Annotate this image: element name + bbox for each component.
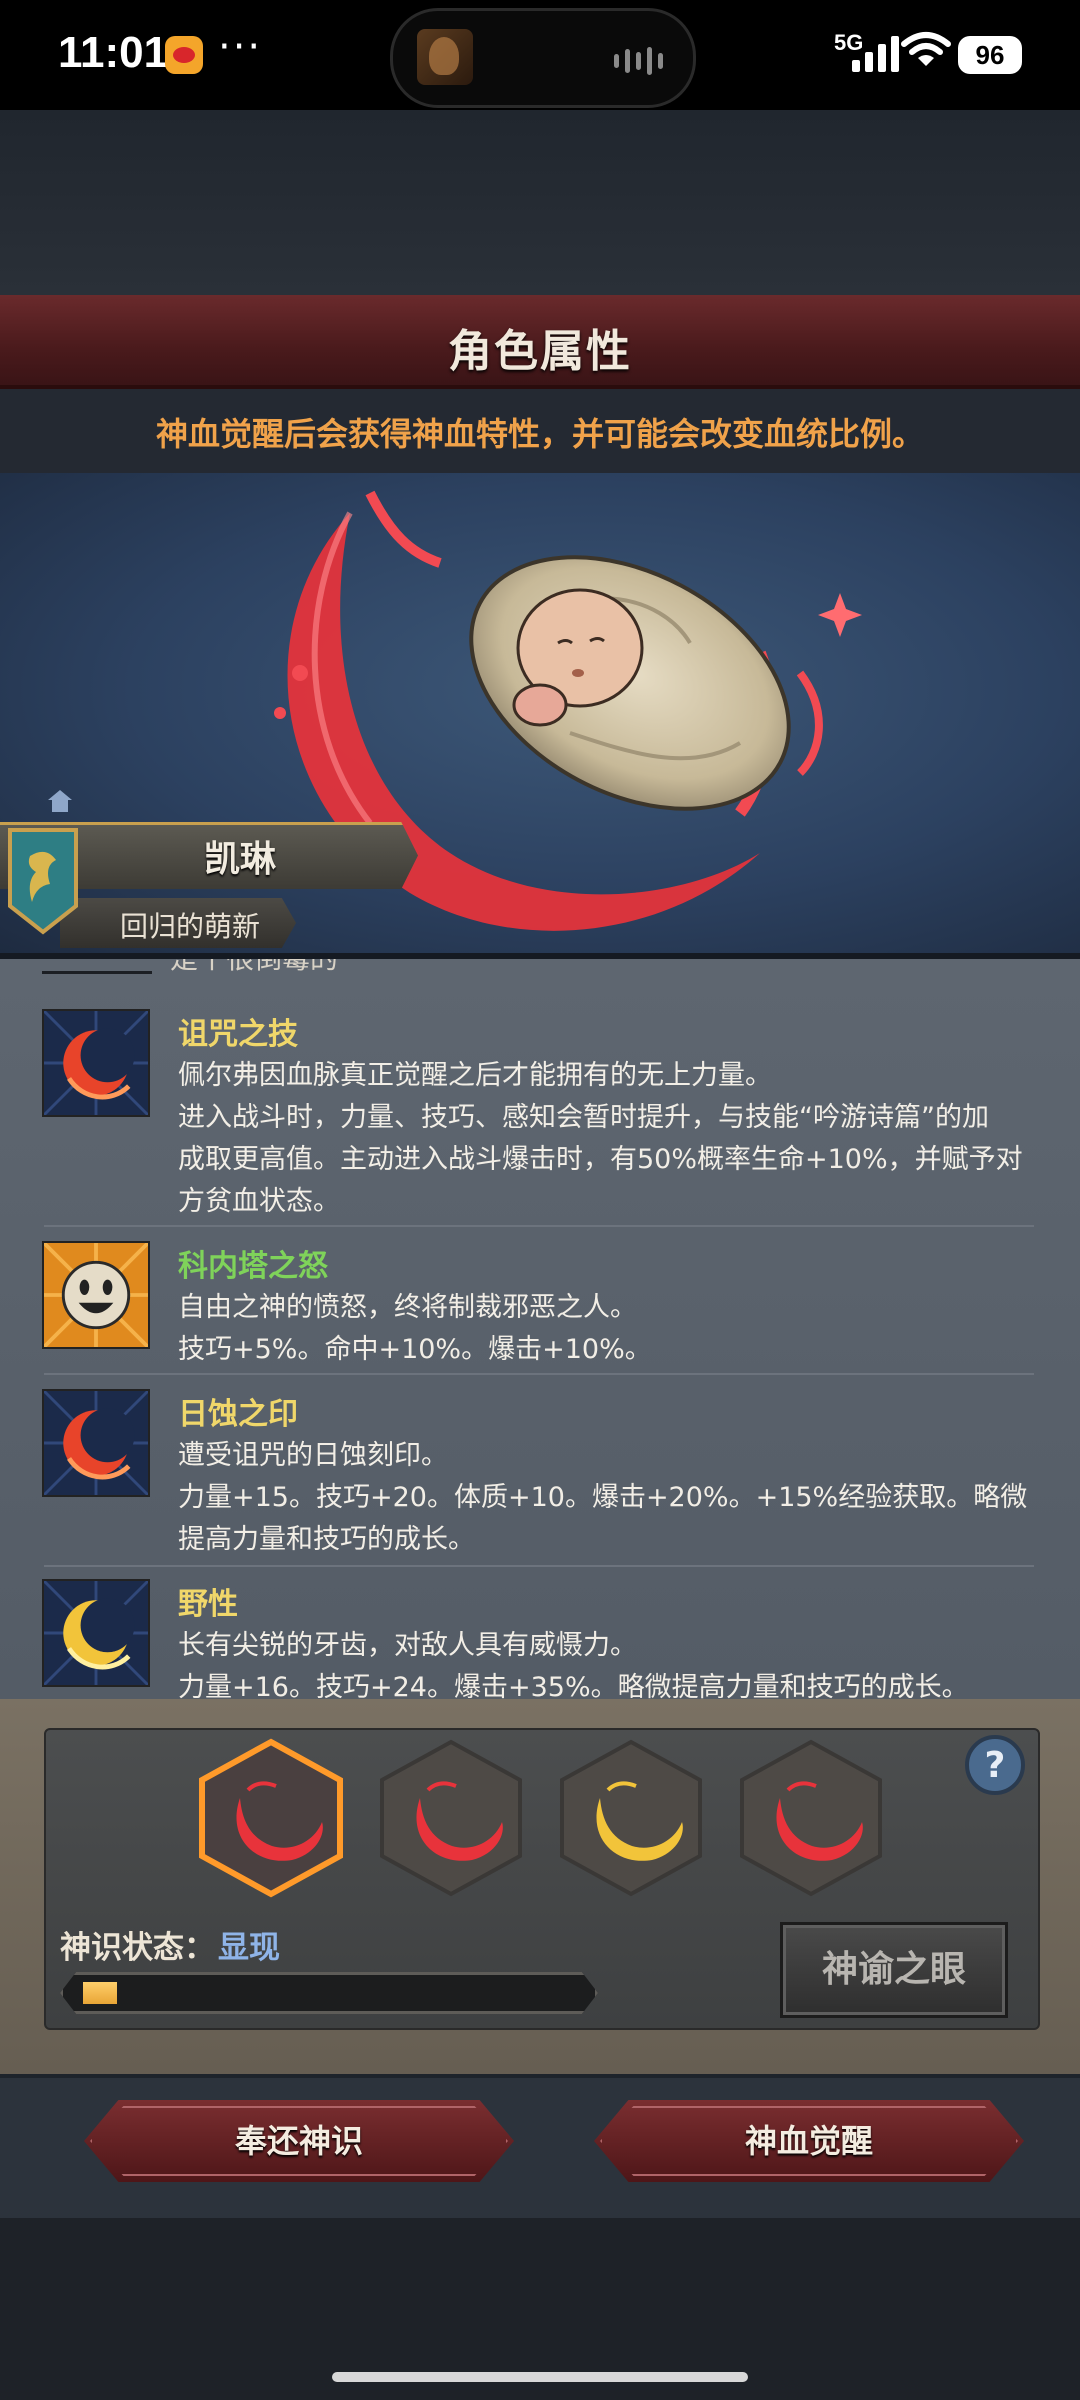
bloodline-slot-4[interactable] — [736, 1738, 886, 1898]
divider — [44, 1565, 1034, 1567]
page-subtitle: 神血觉醒后会获得神血特性，并可能会改变血统比例。 — [155, 415, 924, 453]
bloodline-slot-3[interactable] — [556, 1738, 706, 1898]
crimson-moon-icon — [42, 1009, 150, 1117]
traits-list[interactable]: 是个很倒霉的 诅咒之技 佩尔弗因血脉真正觉醒之后才能拥有的无上力量。 进入战斗时… — [0, 959, 1080, 1699]
trait-description: 佩尔弗因血脉真正觉醒之后才能拥有的无上力量。 进入战斗时，力量、技巧、感知会暂时… — [178, 1060, 1023, 1217]
divider — [42, 971, 152, 974]
media-thumbnail — [417, 29, 473, 85]
weibo-icon — [165, 36, 203, 74]
trait-name: 野性 — [178, 1587, 238, 1622]
awareness-state-value: 显现 — [218, 1930, 280, 1966]
awareness-progress-bar — [60, 1972, 598, 2014]
dynamic-island[interactable] — [390, 8, 696, 108]
divine-blood-awaken-button[interactable]: 神血觉醒 — [594, 2100, 1024, 2182]
title-banner: 角色属性 — [0, 295, 1080, 389]
crimson-moon-icon — [42, 1389, 150, 1497]
character-title: 回归的萌新 — [119, 910, 260, 943]
bloodline-slot-2[interactable] — [376, 1738, 526, 1898]
trait-name: 日蚀之印 — [178, 1397, 298, 1432]
home-icon — [48, 790, 72, 812]
battery-indicator: 96 — [958, 36, 1022, 74]
character-name: 凯琳 — [203, 839, 276, 880]
svg-text:?: ? — [985, 1745, 1006, 1786]
return-awareness-label: 奉还神识 — [234, 2122, 363, 2160]
trait-name: 科内塔之怒 — [178, 1249, 328, 1284]
signal-icon — [852, 30, 899, 72]
top-backdrop — [0, 110, 1080, 295]
trait-description: 遭受诅咒的日蚀刻印。 力量+15。技巧+20。体质+10。爆击+20%。+15%… — [178, 1440, 1028, 1555]
smiling-face-icon — [42, 1241, 150, 1349]
more-icon: ··· — [218, 24, 263, 70]
status-bar: 11:01 ··· 5G 96 — [0, 0, 1080, 110]
oracle-eye-button[interactable]: 神谕之眼 — [780, 1922, 1008, 2018]
awareness-progress-fill — [83, 1982, 117, 2004]
status-time: 11:01 — [58, 28, 169, 77]
cut-off-trait-text: 是个很倒霉的 — [170, 959, 338, 977]
awareness-state-label: 神识状态： — [60, 1930, 215, 1966]
return-awareness-button[interactable]: 奉还神识 — [84, 2100, 514, 2182]
wifi-icon — [901, 32, 951, 66]
home-indicator[interactable] — [332, 2372, 748, 2382]
divider — [44, 1373, 1034, 1375]
audio-wave-icon — [614, 47, 663, 75]
faction-crest-icon — [8, 828, 78, 935]
awaken-label: 神血觉醒 — [744, 2122, 873, 2160]
trait-description: 自由之神的愤怒，终将制裁邪恶之人。 技巧+5%。命中+10%。爆击+10%。 — [178, 1292, 652, 1365]
divider — [44, 1225, 1034, 1227]
trait-name: 诅咒之技 — [178, 1017, 298, 1052]
subtitle-bar: 神血觉醒后会获得神血特性，并可能会改变血统比例。 — [0, 389, 1080, 473]
question-mark-icon[interactable]: ? — [964, 1734, 1026, 1796]
golden-moon-icon — [42, 1579, 150, 1687]
bloodline-slot-1[interactable] — [196, 1738, 346, 1898]
page-title: 角色属性 — [448, 326, 632, 377]
trait-description: 长有尖锐的牙齿，对敌人具有威慑力。 力量+16。技巧+24。爆击+35%。略微提… — [178, 1630, 969, 1699]
